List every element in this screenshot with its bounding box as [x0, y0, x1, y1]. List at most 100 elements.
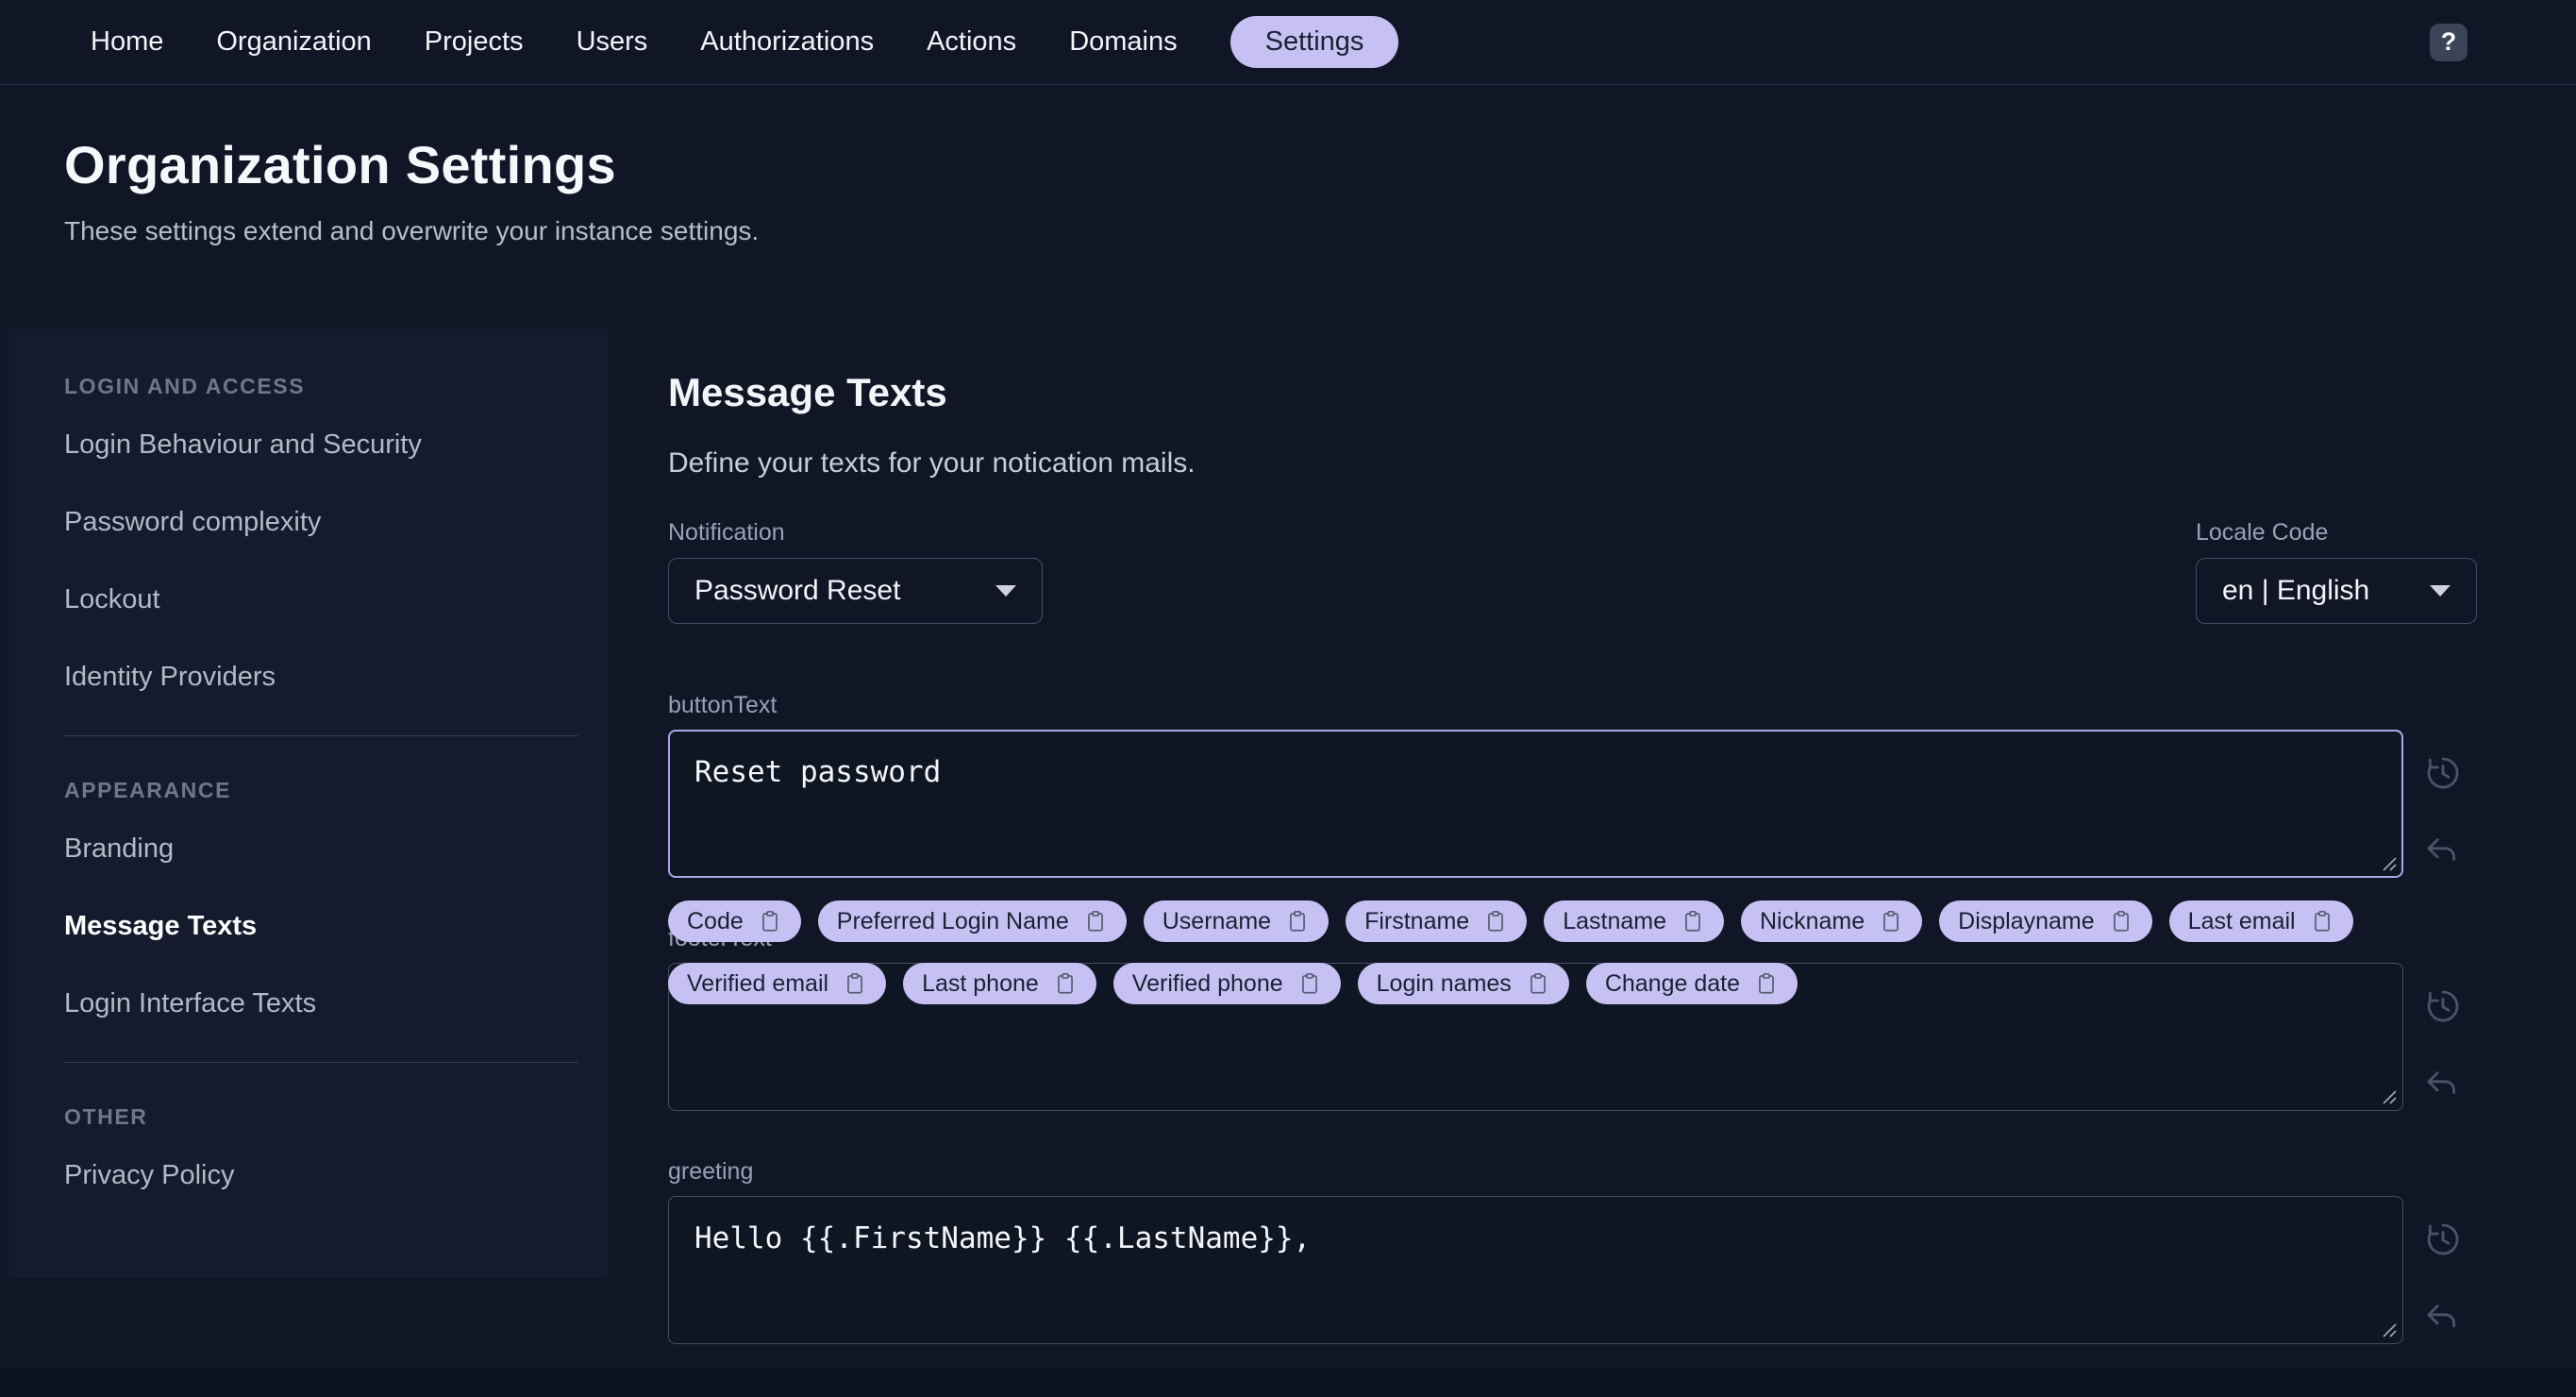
chip-label: Last phone	[922, 969, 1039, 997]
chip-nickname[interactable]: Nickname	[1741, 900, 1923, 942]
history-icon[interactable]	[2424, 754, 2462, 792]
chip-login-names[interactable]: Login names	[1357, 963, 1569, 1004]
nav-item-home[interactable]: Home	[91, 26, 163, 58]
sidebar-item-login-interface-texts[interactable]: Login Interface Texts	[64, 983, 609, 1024]
chip-label: Username	[1162, 907, 1272, 934]
divider	[64, 735, 578, 736]
chip-label: Displayname	[1958, 907, 2095, 934]
sidebar-item-login-behaviour[interactable]: Login Behaviour and Security	[64, 424, 609, 465]
clipboard-icon	[1301, 972, 1317, 994]
clipboard-icon	[1530, 972, 1546, 994]
content-layout: LOGIN AND ACCESS Login Behaviour and Sec…	[0, 328, 2576, 1344]
greeting-textarea-wrap: Hello {{.FirstName}} {{.LastName}},	[668, 1196, 2459, 1344]
notification-value: Password Reset	[694, 575, 901, 606]
chip-preferred-login-name[interactable]: Preferred Login Name	[817, 900, 1127, 942]
bottom-strip	[0, 1368, 2576, 1397]
notification-field: Notification Password Reset	[668, 519, 1043, 624]
chip-label: Code	[687, 907, 744, 934]
sidebar-section-other: OTHER	[64, 1104, 148, 1129]
help-button[interactable]: ?	[2430, 23, 2467, 61]
chevron-down-icon	[2430, 585, 2451, 597]
chip-label: Verified email	[687, 969, 829, 997]
section-description: Define your texts for your notication ma…	[668, 447, 1196, 479]
clipboard-icon	[1087, 910, 1103, 932]
buttontext-label: buttonText	[668, 692, 778, 718]
chip-label: Lastname	[1563, 907, 1666, 934]
page-header: Organization Settings These settings ext…	[0, 85, 2576, 246]
chip-last-phone[interactable]: Last phone	[903, 963, 1096, 1004]
clipboard-icon	[1488, 910, 1504, 932]
locale-value: en | English	[2222, 575, 2370, 606]
chip-last-email[interactable]: Last email	[2168, 900, 2353, 942]
sidebar-item-password-complexity[interactable]: Password complexity	[64, 501, 609, 543]
notification-select[interactable]: Password Reset	[668, 558, 1043, 624]
nav-item-projects[interactable]: Projects	[425, 26, 524, 58]
chip-label: Preferred Login Name	[836, 907, 1069, 934]
page-title: Organization Settings	[64, 135, 617, 194]
clipboard-icon	[761, 910, 778, 932]
footertext-actions	[2424, 987, 2462, 1104]
clipboard-icon	[1290, 910, 1305, 932]
sidebar-item-identity-providers[interactable]: Identity Providers	[64, 656, 609, 698]
clipboard-icon	[2314, 910, 2330, 932]
history-icon[interactable]	[2424, 987, 2462, 1025]
sidebar-section-login-and-access: LOGIN AND ACCESS	[64, 374, 306, 398]
nav-item-users[interactable]: Users	[577, 26, 648, 58]
sidebar-item-privacy-policy[interactable]: Privacy Policy	[64, 1154, 609, 1196]
clipboard-icon	[1685, 910, 1700, 932]
chip-lastname[interactable]: Lastname	[1544, 900, 1724, 942]
chip-label: Change date	[1604, 969, 1740, 997]
buttontext-actions	[2424, 754, 2462, 871]
chip-displayname[interactable]: Displayname	[1939, 900, 2152, 942]
locale-label: Locale Code	[2196, 519, 2329, 546]
chip-firstname[interactable]: Firstname	[1346, 900, 1528, 942]
greeting-actions	[2424, 1220, 2462, 1338]
page-subtitle: These settings extend and overwrite your…	[64, 216, 760, 245]
buttontext-textarea[interactable]: Reset password	[668, 730, 2403, 878]
clipboard-icon	[1883, 910, 1899, 932]
settings-sidebar: LOGIN AND ACCESS Login Behaviour and Sec…	[8, 328, 609, 1278]
chip-label: Login names	[1376, 969, 1512, 997]
sidebar-item-message-texts[interactable]: Message Texts	[64, 905, 609, 947]
notification-label: Notification	[668, 519, 785, 546]
buttontext-textarea-wrap: Reset password	[668, 730, 2459, 878]
section-heading: Message Texts	[668, 370, 947, 414]
undo-icon[interactable]	[2424, 833, 2462, 871]
buttontext-field-group: buttonText Reset password	[668, 692, 2482, 878]
chip-code[interactable]: Code	[668, 900, 801, 942]
nav-item-domains[interactable]: Domains	[1069, 26, 1177, 58]
nav-item-authorizations[interactable]: Authorizations	[700, 26, 874, 58]
nav-item-organization[interactable]: Organization	[216, 26, 371, 58]
locale-select[interactable]: en | English	[2196, 558, 2477, 624]
nav-item-settings-active[interactable]: Settings	[1229, 16, 1399, 68]
chip-label: Firstname	[1364, 907, 1470, 934]
sidebar-section-appearance: APPEARANCE	[64, 778, 232, 802]
sidebar-item-lockout[interactable]: Lockout	[64, 579, 609, 620]
nav-item-actions[interactable]: Actions	[927, 26, 1016, 58]
undo-icon[interactable]	[2424, 1067, 2462, 1104]
message-texts-panel: Message Texts Define your texts for your…	[668, 328, 2482, 1344]
chip-label: Last email	[2187, 907, 2296, 934]
chevron-down-icon	[995, 585, 1016, 597]
clipboard-icon	[847, 972, 862, 994]
clipboard-icon	[1057, 972, 1073, 994]
undo-icon[interactable]	[2424, 1300, 2462, 1338]
history-icon[interactable]	[2424, 1220, 2462, 1258]
chip-verified-phone[interactable]: Verified phone	[1112, 963, 1341, 1004]
chip-verified-email[interactable]: Verified email	[668, 963, 887, 1004]
divider	[64, 1062, 578, 1063]
greeting-label: greeting	[668, 1158, 754, 1185]
clipboard-icon	[2113, 910, 2129, 932]
chip-username[interactable]: Username	[1143, 900, 1330, 942]
chip-label: Verified phone	[1131, 969, 1283, 997]
chip-label: Nickname	[1760, 907, 1865, 934]
selects-row: Notification Password Reset Locale Code …	[668, 519, 2477, 624]
placeholder-chips: Code Preferred Login Name Username First…	[668, 900, 2423, 1004]
locale-field: Locale Code en | English	[2196, 519, 2477, 624]
clipboard-icon	[1759, 972, 1774, 994]
chip-change-date[interactable]: Change date	[1585, 963, 1798, 1004]
sidebar-item-branding[interactable]: Branding	[64, 828, 609, 869]
greeting-textarea[interactable]: Hello {{.FirstName}} {{.LastName}},	[668, 1196, 2403, 1344]
greeting-field-group: greeting Hello {{.FirstName}} {{.LastNam…	[668, 1158, 2482, 1344]
top-nav: Home Organization Projects Users Authori…	[0, 0, 2576, 85]
